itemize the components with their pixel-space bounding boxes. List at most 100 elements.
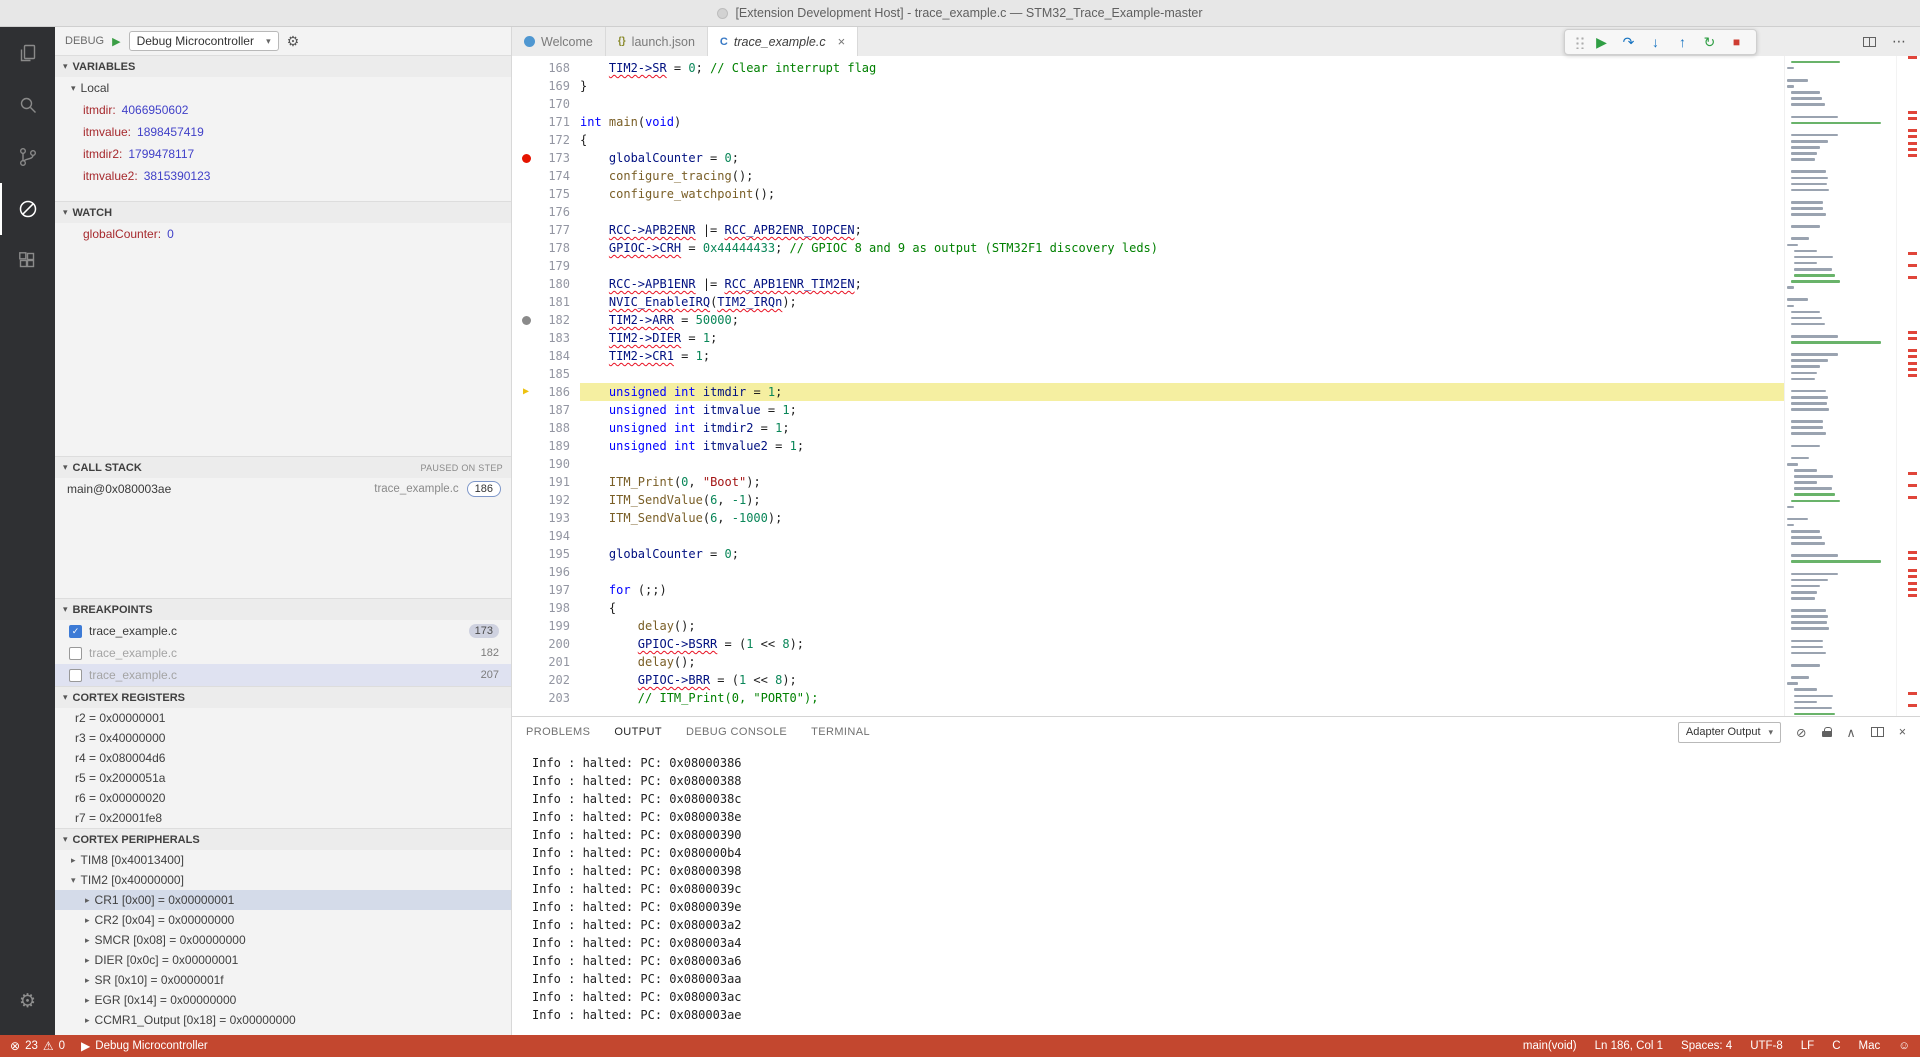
code-line[interactable]: 171int main(void) <box>512 113 1784 131</box>
register-row[interactable]: r3 = 0x40000000 <box>55 728 511 748</box>
code-line[interactable]: 198 { <box>512 599 1784 617</box>
code-line[interactable]: 168 TIM2->SR = 0; // Clear interrupt fla… <box>512 59 1784 77</box>
gutter[interactable] <box>512 509 540 527</box>
code-line[interactable]: 201 delay(); <box>512 653 1784 671</box>
panel-tab-debug-console[interactable]: DEBUG CONSOLE <box>686 726 787 738</box>
gutter[interactable] <box>512 581 540 599</box>
gutter[interactable] <box>512 257 540 275</box>
step-over-button[interactable]: ↷ <box>1615 34 1642 51</box>
code-line[interactable]: 191 ITM_Print(0, "Boot"); <box>512 473 1784 491</box>
gutter[interactable] <box>512 149 540 167</box>
gutter[interactable] <box>512 689 540 707</box>
gutter[interactable] <box>512 671 540 689</box>
maximize-panel-icon[interactable]: ∧ <box>1847 725 1856 740</box>
peripheral-row[interactable]: ▸CR1 [0x00] = 0x00000001 <box>55 890 511 910</box>
current-function-indicator[interactable]: main(void) <box>1523 1040 1577 1052</box>
code-line[interactable]: 192 ITM_SendValue(6, -1); <box>512 491 1784 509</box>
variables-section-header[interactable]: ▾ VARIABLES <box>55 55 511 77</box>
cortex-registers-section-header[interactable]: ▾ CORTEX REGISTERS <box>55 686 511 708</box>
activity-source-control[interactable] <box>0 131 55 183</box>
variable-row[interactable]: itmdir:4066950602 <box>55 99 511 121</box>
variable-row[interactable]: itmdir2:1799478117 <box>55 143 511 165</box>
code-line[interactable]: 184 TIM2->CR1 = 1; <box>512 347 1784 365</box>
code-line[interactable]: 183 TIM2->DIER = 1; <box>512 329 1784 347</box>
breakpoints-section-header[interactable]: ▾ BREAKPOINTS <box>55 598 511 620</box>
breakpoint-row[interactable]: trace_example.c207 <box>55 664 511 686</box>
code-line[interactable]: 188 unsigned int itmdir2 = 1; <box>512 419 1784 437</box>
code-line[interactable]: 178 GPIOC->CRH = 0x44444433; // GPIOC 8 … <box>512 239 1784 257</box>
overview-ruler[interactable] <box>1896 56 1920 716</box>
breakpoint-checkbox[interactable] <box>69 669 82 682</box>
gutter[interactable] <box>512 599 540 617</box>
minimap[interactable] <box>1784 56 1896 716</box>
register-row[interactable]: r6 = 0x00000020 <box>55 788 511 808</box>
step-into-button[interactable]: ↓ <box>1642 34 1669 50</box>
activity-debug[interactable] <box>0 183 55 235</box>
close-icon[interactable]: × <box>838 34 846 49</box>
tab-welcome[interactable]: Welcome <box>512 27 606 56</box>
code-line[interactable]: 199 delay(); <box>512 617 1784 635</box>
code-line[interactable]: 173 globalCounter = 0; <box>512 149 1784 167</box>
peripheral-row[interactable]: ▸EGR [0x14] = 0x00000000 <box>55 990 511 1010</box>
code-line[interactable]: 202 GPIOC->BRR = (1 << 8); <box>512 671 1784 689</box>
gutter[interactable] <box>512 617 540 635</box>
peripheral-row[interactable]: ▸CR2 [0x04] = 0x00000000 <box>55 910 511 930</box>
scope-local[interactable]: ▾ Local <box>55 77 511 99</box>
gutter[interactable] <box>512 347 540 365</box>
gutter[interactable] <box>512 329 540 347</box>
gutter[interactable] <box>512 491 540 509</box>
code-line[interactable]: 180 RCC->APB1ENR |= RCC_APB1ENR_TIM2EN; <box>512 275 1784 293</box>
peripheral-row[interactable]: ▸SR [0x10] = 0x0000001f <box>55 970 511 990</box>
activity-extensions[interactable] <box>0 235 55 287</box>
code-line[interactable]: 181 NVIC_EnableIRQ(TIM2_IRQn); <box>512 293 1784 311</box>
gutter[interactable] <box>512 203 540 221</box>
clear-output-icon[interactable]: ⊘ <box>1796 725 1806 740</box>
gutter[interactable] <box>512 95 540 113</box>
gutter[interactable] <box>512 635 540 653</box>
indentation-indicator[interactable]: Spaces: 4 <box>1681 1040 1732 1052</box>
gutter[interactable] <box>512 473 540 491</box>
breakpoint-checkbox[interactable]: ✓ <box>69 625 82 638</box>
peripheral-row[interactable]: ▸DIER [0x0c] = 0x00000001 <box>55 950 511 970</box>
gutter[interactable] <box>512 419 540 437</box>
stop-button[interactable]: ■ <box>1723 35 1750 49</box>
gutter[interactable] <box>512 167 540 185</box>
code-line[interactable]: 176 <box>512 203 1784 221</box>
gutter[interactable] <box>512 311 540 329</box>
peripheral-row[interactable]: ▾TIM2 [0x40000000] <box>55 870 511 890</box>
output-log[interactable]: Info : halted: PC: 0x08000386Info : halt… <box>512 747 1920 1035</box>
gutter[interactable] <box>512 437 540 455</box>
panel-layout-icon[interactable] <box>1871 727 1884 737</box>
code-line[interactable]: 179 <box>512 257 1784 275</box>
restart-button[interactable]: ↻ <box>1696 34 1723 51</box>
debug-status[interactable]: ▶ Debug Microcontroller <box>81 1039 208 1053</box>
code-area[interactable]: 168 TIM2->SR = 0; // Clear interrupt fla… <box>512 56 1784 716</box>
code-line[interactable]: 169} <box>512 77 1784 95</box>
code-line[interactable]: 193 ITM_SendValue(6, -1000); <box>512 509 1784 527</box>
cortex-peripherals-section-header[interactable]: ▾ CORTEX PERIPHERALS <box>55 828 511 850</box>
gutter[interactable] <box>512 113 540 131</box>
activity-explorer[interactable] <box>0 27 55 79</box>
gutter[interactable] <box>512 653 540 671</box>
variable-row[interactable]: itmvalue:1898457419 <box>55 121 511 143</box>
gutter[interactable] <box>512 59 540 77</box>
activity-settings[interactable]: ⚙ <box>0 975 55 1027</box>
code-line[interactable]: 175 configure_watchpoint(); <box>512 185 1784 203</box>
eol-indicator[interactable]: LF <box>1801 1040 1814 1052</box>
code-line[interactable]: 197 for (;;) <box>512 581 1784 599</box>
code-line[interactable]: 187 unsigned int itmvalue = 1; <box>512 401 1784 419</box>
peripheral-row[interactable]: ▸CCMR1_Output [0x18] = 0x00000000 <box>55 1010 511 1030</box>
gutter[interactable] <box>512 401 540 419</box>
cursor-position[interactable]: Ln 186, Col 1 <box>1595 1040 1663 1052</box>
breakpoint-checkbox[interactable] <box>69 647 82 660</box>
keymap-indicator[interactable]: Mac <box>1859 1040 1881 1052</box>
peripheral-row[interactable]: ▸SMCR [0x08] = 0x00000000 <box>55 930 511 950</box>
register-row[interactable]: r2 = 0x00000001 <box>55 708 511 728</box>
debug-config-select[interactable]: Debug Microcontroller ▾ <box>129 31 279 51</box>
code-line[interactable]: 203 // ITM_Print(0, "PORT0"); <box>512 689 1784 707</box>
gutter[interactable] <box>512 77 540 95</box>
watch-section-header[interactable]: ▾ WATCH <box>55 201 511 223</box>
split-editor-icon[interactable] <box>1863 37 1876 47</box>
code-line[interactable]: ▶186 unsigned int itmdir = 1; <box>512 383 1784 401</box>
code-line[interactable]: 172{ <box>512 131 1784 149</box>
